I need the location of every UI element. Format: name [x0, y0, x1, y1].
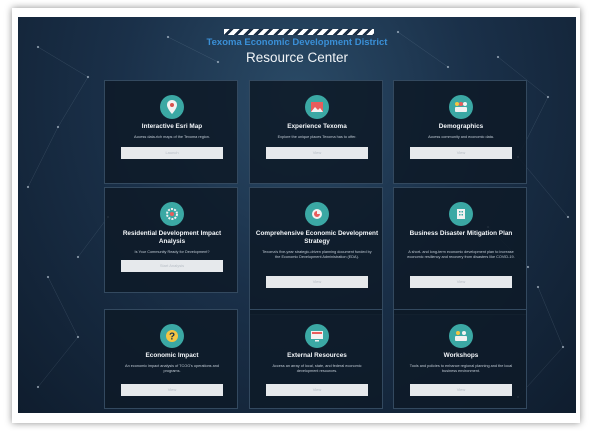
view-button[interactable]: View	[121, 384, 223, 396]
monitor-icon	[305, 324, 329, 348]
card-description: A short- and long-term economic developm…	[407, 250, 515, 259]
card-title: Experience Texoma	[287, 123, 347, 130]
card-title: Economic Impact	[145, 352, 199, 359]
building-icon	[449, 202, 473, 226]
card-description: Access community and economic data.	[428, 135, 494, 139]
card-economic-impact: ? Economic Impact An economic impact ana…	[104, 309, 238, 409]
card-external-resources: External Resources Access an array of lo…	[249, 309, 383, 409]
card-description: Is Your Community Ready for Development?	[134, 250, 210, 254]
gear-icon	[160, 202, 184, 226]
card-demographics: Demographics Access community and econom…	[393, 80, 527, 184]
card-workshops: Workshops Tools and policies to enhance …	[393, 309, 527, 409]
card-title: Interactive Esri Map	[141, 123, 203, 130]
card-title: External Resources	[287, 352, 347, 359]
card-ceds: Comprehensive Economic Development Strat…	[249, 187, 383, 315]
card-description: Access data-rich maps of the Texoma regi…	[134, 135, 210, 139]
page-title: Resource Center	[245, 50, 349, 65]
organization-name: Texoma Economic Development District	[206, 37, 388, 48]
view-button[interactable]: View	[410, 384, 512, 396]
landscape-icon	[305, 95, 329, 119]
card-description: Texoma's five-year strategic-driven plan…	[262, 250, 372, 259]
card-business-disaster-mitigation: Business Disaster Mitigation Plan A shor…	[393, 187, 527, 315]
card-description: Tools and policies to enhance regional p…	[409, 364, 513, 373]
resource-center-panel: Texoma Economic Development District Res…	[18, 17, 576, 413]
card-title: Workshops	[443, 352, 479, 359]
logo-stripe	[224, 29, 374, 35]
card-title: Demographics	[438, 123, 484, 130]
people-icon	[449, 95, 473, 119]
start-analysis-button[interactable]: Start Analysis	[121, 260, 223, 272]
card-experience-texoma: Experience Texoma Explore the unique pla…	[249, 80, 383, 184]
view-button[interactable]: View	[266, 147, 368, 159]
card-description: Explore the unique places Texoma has to …	[277, 135, 357, 139]
view-button[interactable]: View	[266, 384, 368, 396]
view-button[interactable]: View	[410, 147, 512, 159]
handshake-icon	[449, 324, 473, 348]
strategy-icon	[305, 202, 329, 226]
view-button[interactable]: View	[266, 276, 368, 288]
card-title: Business Disaster Mitigation Plan	[409, 230, 513, 237]
card-description: An economic impact analysis of TCOG's op…	[125, 364, 219, 373]
card-title: Residential Development Impact Analysis	[122, 230, 222, 245]
svg-text:?: ?	[169, 332, 175, 343]
launch-button[interactable]: Launch	[121, 147, 223, 159]
card-description: Access an array of local, state, and fed…	[272, 364, 362, 373]
card-title: Comprehensive Economic Development Strat…	[255, 230, 379, 245]
view-button[interactable]: View	[410, 276, 512, 288]
card-interactive-esri-map: Interactive Esri Map Access data-rich ma…	[104, 80, 238, 184]
card-residential-development: Residential Development Impact Analysis …	[104, 187, 238, 293]
map-pin-icon	[160, 95, 184, 119]
question-icon: ?	[160, 324, 184, 348]
